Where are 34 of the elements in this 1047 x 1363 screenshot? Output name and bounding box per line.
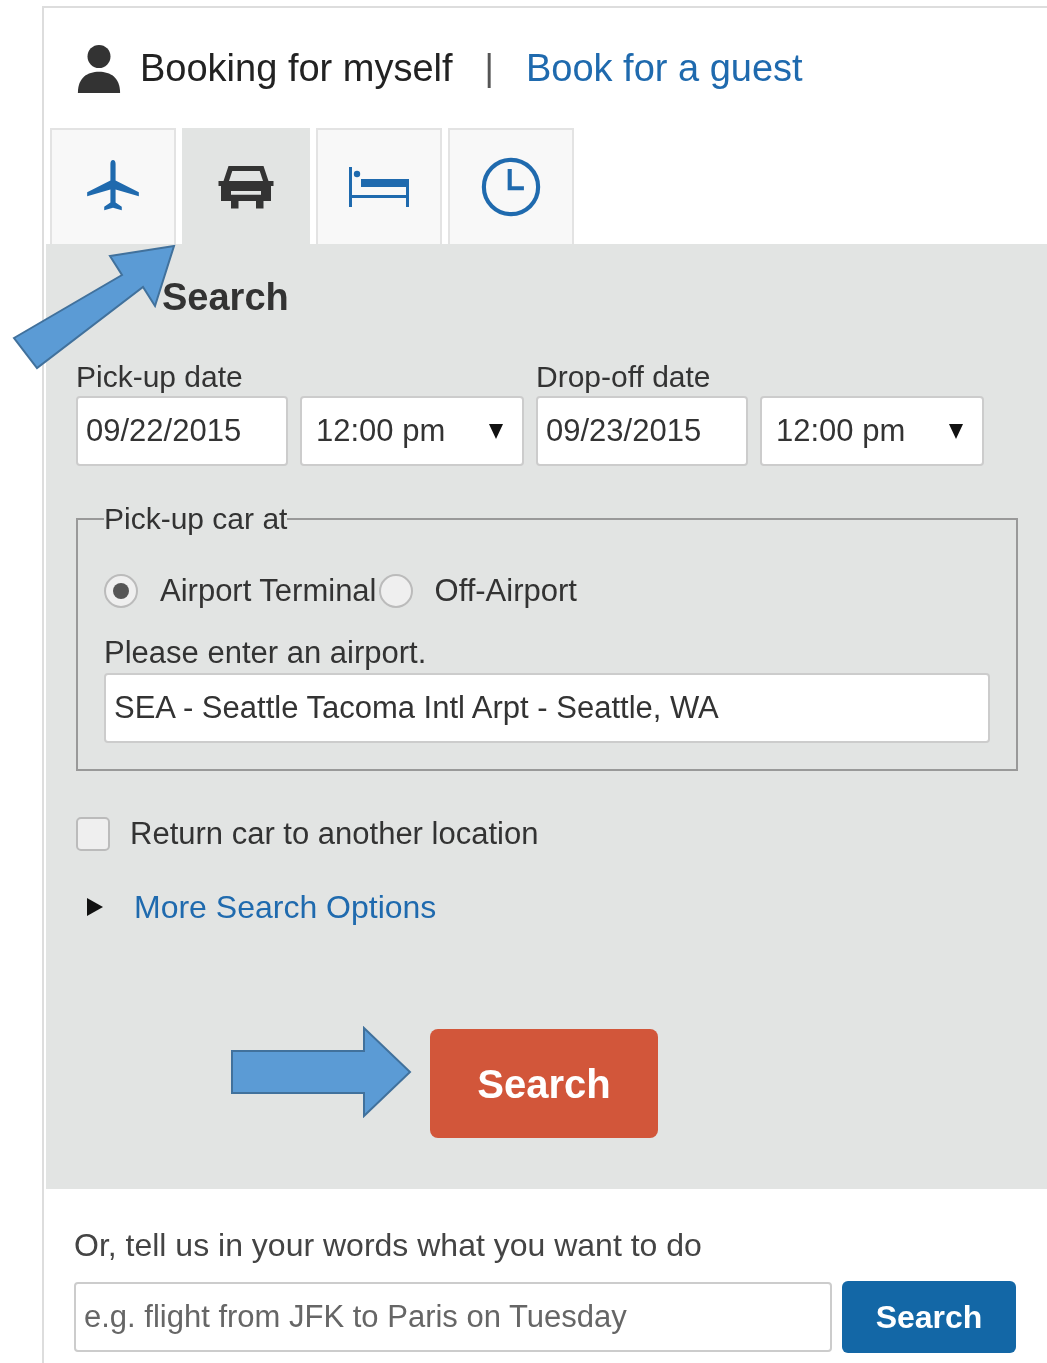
radio-button[interactable] <box>104 574 138 609</box>
bed-icon <box>347 166 411 208</box>
disclosure-triangle-icon[interactable] <box>86 897 104 917</box>
radio-label: Off-Airport <box>434 572 577 610</box>
freeform-prompt: Or, tell us in your words what you want to do <box>74 1226 703 1265</box>
person-icon <box>76 42 122 94</box>
dropdown-caret-icon <box>488 422 504 440</box>
search-button[interactable]: Search <box>430 1029 658 1138</box>
category-tab[interactable] <box>182 128 310 244</box>
date-label: Pick-up date <box>76 360 244 394</box>
checkbox[interactable] <box>76 816 110 851</box>
time-select[interactable]: 12:00 pm <box>300 396 524 466</box>
separator: | <box>483 46 495 90</box>
booking-self-label: Booking for myself <box>140 45 453 91</box>
airport-prompt: Please enter an airport. <box>104 634 428 671</box>
section-heading: Search <box>162 278 289 316</box>
checkbox-label: Return car to another location <box>130 814 539 853</box>
more-options-link[interactable]: More Search Options <box>134 883 437 931</box>
category-tab[interactable] <box>316 128 442 244</box>
dropdown-caret-icon <box>948 422 964 440</box>
category-tab[interactable] <box>50 128 176 244</box>
date-label: Drop-off date <box>536 360 712 394</box>
category-tab[interactable] <box>448 128 574 244</box>
date-field[interactable]: 09/23/2015 <box>536 396 748 466</box>
radio-label: Airport Terminal <box>160 572 377 610</box>
airport-field[interactable]: SEA - Seattle Tacoma Intl Arpt - Seattle, WA <box>104 672 990 743</box>
guest-booking-link[interactable]: Book for a guest <box>525 39 803 97</box>
time-select[interactable]: 12:00 pm <box>760 396 984 466</box>
radio-button[interactable] <box>378 574 413 609</box>
fieldset-legend: Pick-up car at <box>104 502 288 536</box>
freeform-search-field[interactable]: e.g. flight from JFK to Paris on Tuesday <box>74 1282 832 1352</box>
date-field[interactable]: 09/22/2015 <box>76 396 288 466</box>
freeform-search-button[interactable]: Search <box>842 1281 1016 1353</box>
clock-icon <box>480 156 542 218</box>
